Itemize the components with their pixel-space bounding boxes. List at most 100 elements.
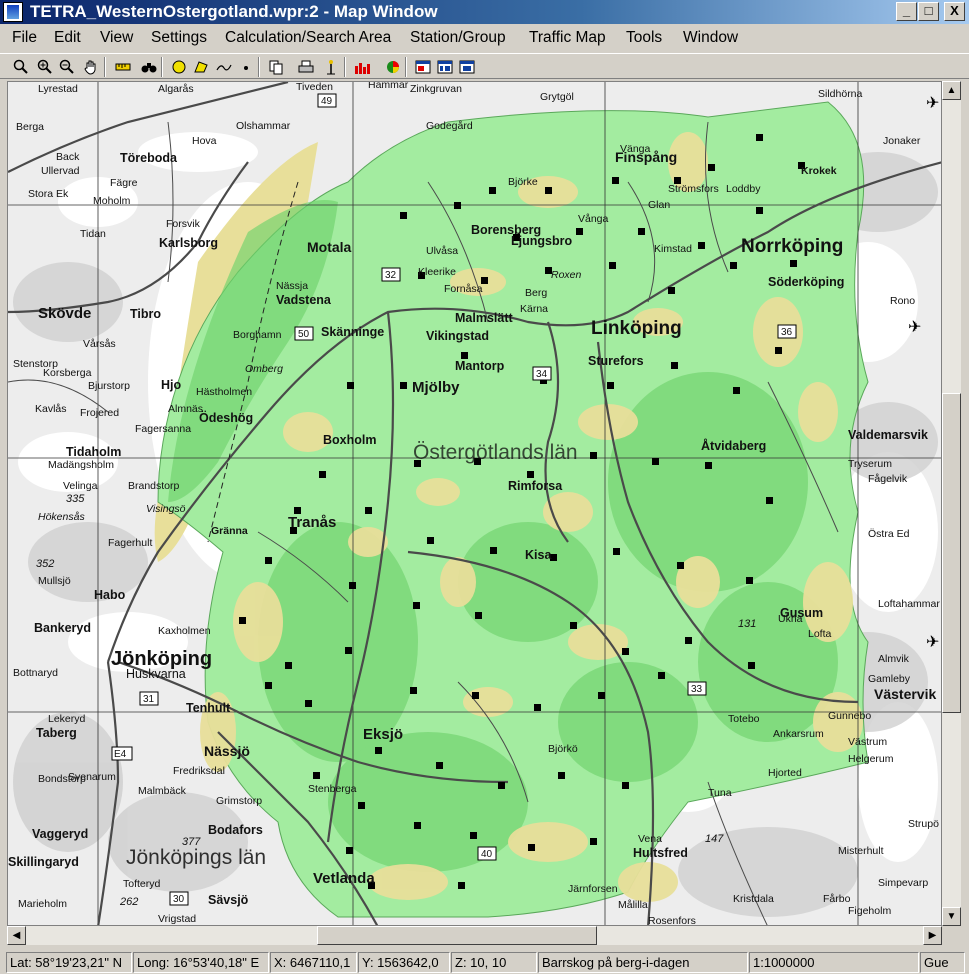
label-fornasa: Fornåsa (444, 283, 483, 295)
label-krokek: Krokek (801, 165, 837, 177)
menu-settings[interactable]: Settings (151, 29, 207, 47)
label-tenhult: Tenhult (186, 701, 231, 715)
pie-icon[interactable] (382, 57, 403, 77)
label-lofta: Lofta (808, 628, 832, 640)
label-frojered: Frojered (80, 407, 119, 419)
title-bar[interactable]: TETRA_WesternOstergotland.wpr:2 - Map Wi… (0, 0, 969, 24)
copy-icon[interactable] (265, 57, 286, 77)
label-jonkopings-lan: Jönköpings län (126, 846, 266, 869)
window-2-icon[interactable] (434, 57, 455, 77)
shield-31: 31 (143, 694, 155, 705)
route-352: 352 (36, 558, 54, 570)
scroll-left-button[interactable]: ◀ (7, 926, 26, 945)
status-bar: Lat: 58°19'23,21" N Long: 16°53'40,18" E… (0, 950, 969, 974)
label-bjorke: Björke (508, 176, 538, 188)
menu-edit[interactable]: Edit (54, 29, 81, 47)
menu-view[interactable]: View (100, 29, 133, 47)
label-mullsjo: Mullsjö (38, 575, 71, 587)
ruler-icon[interactable] (112, 57, 133, 77)
map-window: TETRA_WesternOstergotland.wpr:2 - Map Wi… (0, 0, 969, 974)
label-sildhorna: Sildhörna (818, 88, 863, 100)
polygon-icon[interactable] (190, 57, 211, 77)
scroll-up-button[interactable]: ▲ (942, 81, 961, 100)
station-icon[interactable] (320, 57, 341, 77)
label-vetlanda: Vetlanda (313, 870, 375, 887)
menu-station-group[interactable]: Station/Group (410, 29, 506, 47)
label-loftahammar: Loftahammar (878, 598, 940, 610)
label-mantorp: Mantorp (455, 359, 505, 373)
label-tuna: Tuna (708, 787, 732, 799)
menu-calculation-search-area[interactable]: Calculation/Search Area (225, 29, 391, 47)
label-skillingaryd: Skillingaryd (8, 855, 79, 869)
label-visingso: Visingsö (146, 503, 186, 515)
shield-49: 49 (321, 96, 333, 107)
scroll-right-button[interactable]: ▶ (923, 926, 942, 945)
print-icon[interactable] (295, 57, 316, 77)
label-misterhult: Misterhult (838, 845, 884, 857)
label-rosenfors: Rosenfors (648, 915, 696, 926)
label-mjolby: Mjölby (412, 379, 460, 396)
menu-tools[interactable]: Tools (626, 29, 662, 47)
label-motala: Motala (307, 239, 352, 255)
label-vastervik: Västervik (874, 686, 936, 702)
line-icon[interactable] (213, 57, 234, 77)
label-kavlas: Kavlås (35, 403, 67, 415)
app-icon[interactable] (3, 2, 23, 22)
zoom-in-icon[interactable] (34, 57, 55, 77)
label-moholm: Moholm (93, 195, 131, 207)
label-nassja: Nässja (276, 280, 308, 292)
label-vanga-2: Vänga (620, 143, 651, 155)
maximize-button[interactable]: □ (918, 2, 939, 21)
horizontal-scrollbar[interactable]: ◀ ▶ (7, 926, 942, 945)
map-canvas[interactable]: Norrköping Linköping Jönköping Östergötl… (7, 81, 942, 926)
label-varsas: Vårsås (83, 338, 116, 350)
minimize-button[interactable]: _ (896, 2, 917, 21)
label-taberg: Taberg (36, 726, 77, 740)
label-karna: Kärna (520, 303, 548, 315)
label-ullervad: Ullervad (41, 165, 80, 177)
label-brandstorp: Brandstorp (128, 480, 180, 492)
label-odeshog: Ödeshög (199, 410, 253, 425)
label-nassjo: Nässjö (204, 743, 250, 759)
binoculars-icon[interactable] (138, 57, 159, 77)
label-malilla: Målilla (618, 899, 648, 911)
close-button[interactable]: X (944, 2, 965, 21)
shield-32: 32 (385, 270, 397, 281)
label-bjorko: Björkö (548, 743, 578, 755)
scroll-down-button[interactable]: ▼ (942, 907, 961, 926)
label-valdemarsvik: Valdemarsvik (848, 428, 928, 442)
pan-hand-icon[interactable] (80, 57, 101, 77)
horizontal-scroll-thumb[interactable] (317, 926, 597, 945)
window-1-icon[interactable] (412, 57, 433, 77)
vertical-scrollbar[interactable]: ▲ ▼ (942, 81, 961, 926)
point-icon[interactable] (235, 57, 256, 77)
histogram-icon[interactable] (352, 57, 373, 77)
label-ukna: Ukna (778, 613, 803, 625)
label-kimstad: Kimstad (654, 243, 692, 255)
label-hammar: Hammar (368, 82, 409, 91)
label-ulvasa: Ulvåsa (426, 245, 458, 257)
label-olshammar: Olshammar (236, 120, 291, 132)
menu-bar: File Edit View Settings Calculation/Sear… (0, 26, 969, 51)
vertical-scroll-thumb[interactable] (942, 393, 961, 713)
label-atvidaberg: Åtvidaberg (701, 438, 766, 453)
label-tryserum: Tryserum (848, 458, 892, 470)
zoom-out-icon[interactable] (56, 57, 77, 77)
menu-file[interactable]: File (12, 29, 37, 47)
map-svg[interactable]: Norrköping Linköping Jönköping Östergötl… (8, 82, 942, 926)
label-gunnebo: Gunnebo (828, 710, 871, 722)
menu-traffic-map[interactable]: Traffic Map (529, 29, 606, 47)
label-hjorted: Hjorted (768, 767, 802, 779)
label-berga: Berga (16, 121, 44, 133)
label-vanga: Vånga (578, 213, 609, 225)
label-jonaker: Jonaker (883, 135, 921, 147)
menu-window[interactable]: Window (683, 29, 738, 47)
label-vena: Vena (638, 833, 662, 845)
zoom-tool-icon[interactable] (10, 57, 31, 77)
label-hjo: Hjo (161, 378, 182, 392)
label-stenberga: Stenberga (308, 783, 357, 795)
label-lyrestad: Lyrestad (38, 83, 78, 95)
label-tofteryd: Tofteryd (123, 878, 161, 890)
window-3-icon[interactable] (456, 57, 477, 77)
circle-icon[interactable] (168, 57, 189, 77)
